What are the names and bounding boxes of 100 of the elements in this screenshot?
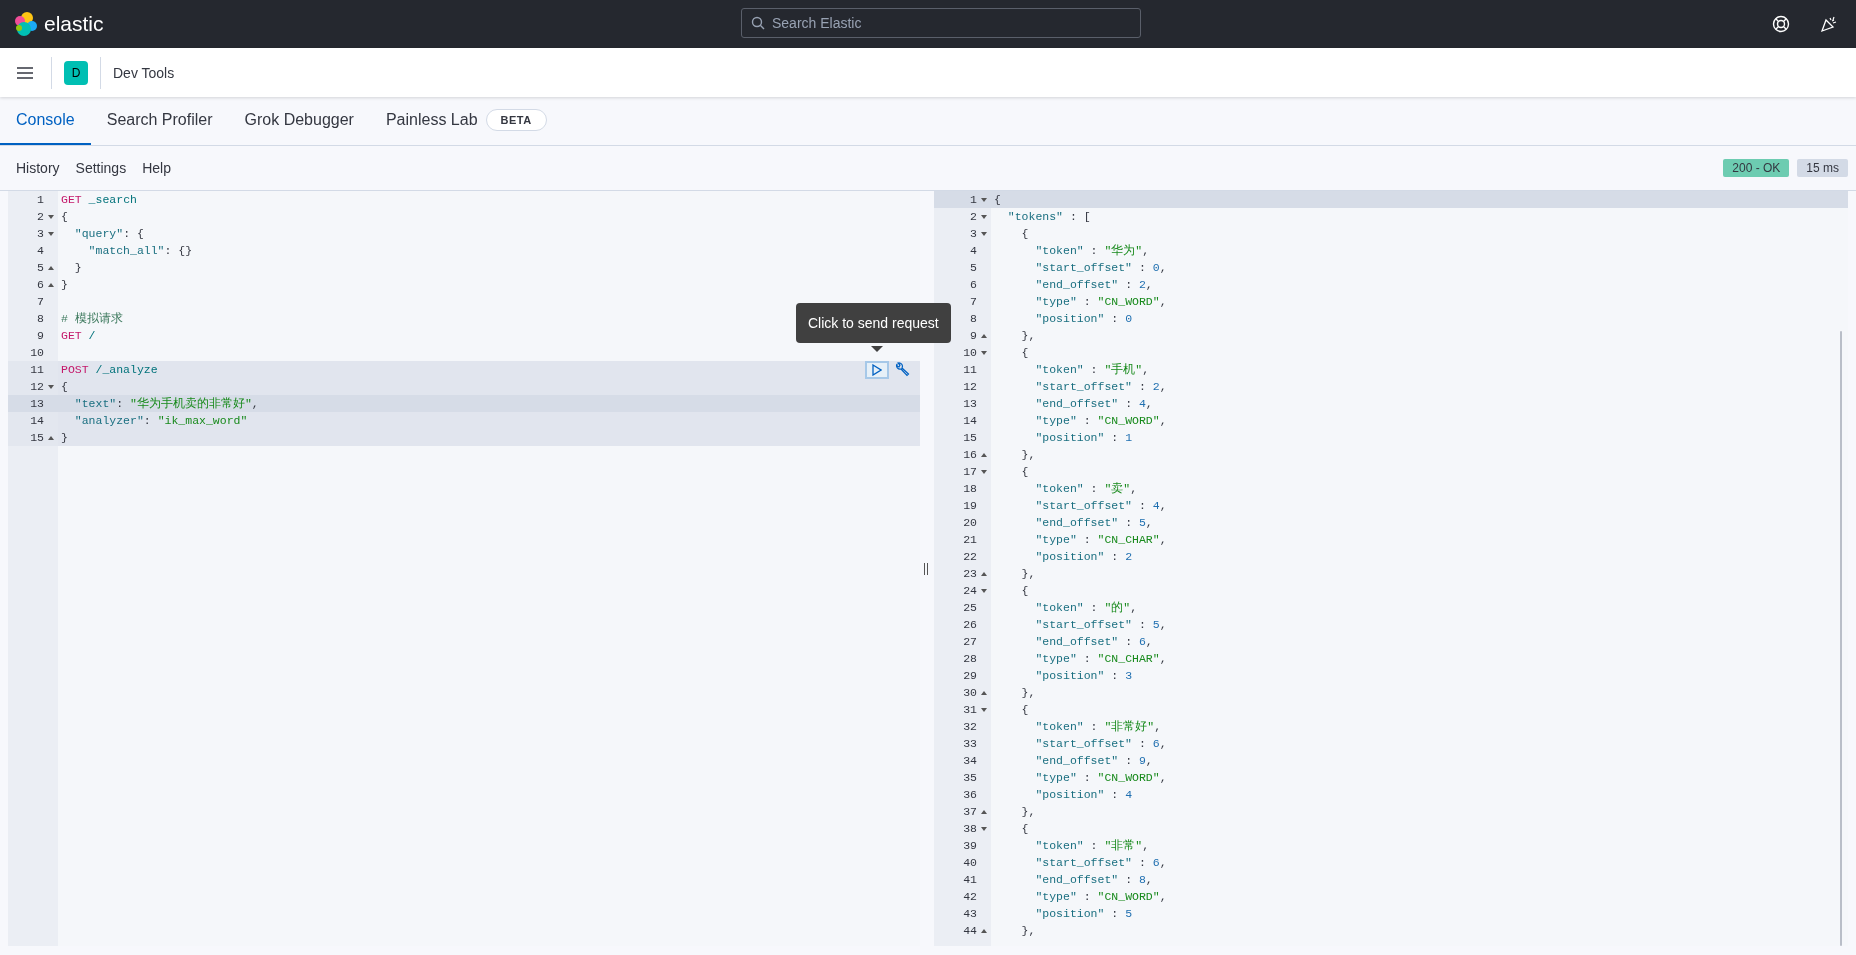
- code-line: },: [1020, 685, 1036, 701]
- tab[interactable]: Console: [0, 97, 91, 145]
- line-number: 12: [962, 380, 977, 393]
- line-number: 40: [962, 856, 977, 869]
- code-line: "position" : 2: [1034, 549, 1133, 565]
- line-number: 27: [962, 635, 977, 648]
- code-line: {: [1020, 226, 1029, 242]
- tab[interactable]: Search Profiler: [90, 97, 229, 145]
- line-number: 36: [962, 788, 977, 801]
- code-line: "start_offset" : 0,: [1034, 260, 1167, 276]
- line-number: 4: [36, 244, 44, 257]
- code-line: "query": {: [73, 226, 144, 242]
- line-number: 14: [29, 414, 44, 427]
- line-number: 28: [962, 652, 977, 665]
- code-line: "position" : 5: [1034, 906, 1133, 922]
- code-line: "token" : "华为",: [1034, 243, 1150, 259]
- code-line: "token" : "非常",: [1034, 838, 1150, 854]
- line-number: 37: [962, 805, 977, 818]
- line-number: 42: [962, 890, 977, 903]
- line-number: 31: [962, 703, 977, 716]
- line-number: 39: [962, 839, 977, 852]
- line-number: 3: [969, 227, 977, 240]
- code-line: "end_offset" : 4,: [1034, 396, 1153, 412]
- logo-icon[interactable]: [14, 11, 38, 37]
- line-number: 11: [29, 363, 44, 376]
- line-number: 32: [962, 720, 977, 733]
- status-badge: 200 - OK: [1723, 159, 1790, 177]
- line-number: 41: [962, 873, 977, 886]
- search-icon: [751, 16, 765, 30]
- scrollbar[interactable]: [1840, 331, 1842, 946]
- line-number: 11: [962, 363, 977, 376]
- line-number: 3: [36, 227, 44, 240]
- line-number: 12: [29, 380, 44, 393]
- line-number: 15: [962, 431, 977, 444]
- code-line: GET _search: [60, 192, 137, 208]
- line-number: 23: [962, 567, 977, 580]
- line-number: 4: [969, 244, 977, 257]
- code-line: "token" : "手机",: [1034, 362, 1150, 378]
- code-line: },: [1020, 328, 1036, 344]
- tab[interactable]: Grok Debugger: [228, 97, 370, 145]
- code-line: {: [1020, 821, 1029, 837]
- code-line: "type" : "CN_WORD",: [1034, 770, 1167, 786]
- toolbar-link[interactable]: Help: [142, 160, 171, 176]
- code-line: "token" : "卖",: [1034, 481, 1138, 497]
- code-line: "type" : "CN_WORD",: [1034, 889, 1167, 905]
- play-button[interactable]: [865, 361, 889, 379]
- code-line: "end_offset" : 6,: [1034, 634, 1153, 650]
- code-line: "tokens" : [: [1006, 209, 1091, 225]
- line-number: 9: [36, 329, 44, 342]
- code-line: {: [60, 209, 68, 225]
- line-number: 8: [36, 312, 44, 325]
- code-line: "token" : "非常好",: [1034, 719, 1162, 735]
- line-number: 38: [962, 822, 977, 835]
- code-line: }: [73, 260, 82, 276]
- code-line: # 模拟请求: [60, 311, 123, 327]
- search-field[interactable]: Search Elastic: [741, 8, 1141, 38]
- code-line: "token" : "的",: [1034, 600, 1138, 616]
- party-popper-icon[interactable]: [1820, 15, 1838, 33]
- line-number: 6: [36, 278, 44, 291]
- line-number: 44: [962, 924, 977, 937]
- line-number: 24: [962, 584, 977, 597]
- toolbar-link[interactable]: History: [16, 160, 60, 176]
- line-number: 5: [36, 261, 44, 274]
- code-line: "position" : 1: [1034, 430, 1133, 446]
- toolbar-link[interactable]: Settings: [75, 160, 127, 176]
- response-time-badge: 15 ms: [1797, 159, 1848, 177]
- code-line: {: [1020, 702, 1029, 718]
- line-number: 43: [962, 907, 977, 920]
- line-number: 21: [962, 533, 977, 546]
- line-number: 6: [969, 278, 977, 291]
- line-number: 15: [29, 431, 44, 444]
- code-line: "type" : "CN_CHAR",: [1034, 651, 1167, 667]
- line-number: 1: [36, 193, 44, 206]
- line-number: 33: [962, 737, 977, 750]
- code-line: "match_all": {}: [87, 243, 193, 259]
- code-line: "start_offset" : 5,: [1034, 617, 1167, 633]
- line-number: 30: [962, 686, 977, 699]
- code-line: "start_offset" : 4,: [1034, 498, 1167, 514]
- code-line: },: [1020, 566, 1036, 582]
- line-number: 29: [962, 669, 977, 682]
- menu-icon: [17, 66, 33, 79]
- line-number: 7: [36, 295, 44, 308]
- code-line: "end_offset" : 8,: [1034, 872, 1153, 888]
- beta-badge: BETA: [485, 109, 547, 131]
- code-line: "start_offset" : 6,: [1034, 736, 1167, 752]
- brand-name: elastic: [44, 12, 104, 36]
- line-number: 2: [969, 210, 977, 223]
- code-line: {: [1020, 464, 1029, 480]
- line-number: 25: [962, 601, 977, 614]
- wrench-icon[interactable]: [894, 362, 910, 378]
- help-icon[interactable]: [1772, 15, 1790, 33]
- code-line: "position" : 4: [1034, 787, 1133, 803]
- code-line: {: [1020, 345, 1029, 361]
- code-line: "end_offset" : 5,: [1034, 515, 1153, 531]
- space-avatar[interactable]: D: [64, 60, 88, 85]
- play-icon: [872, 364, 882, 376]
- line-number: 8: [969, 312, 977, 325]
- line-number: 2: [36, 210, 44, 223]
- code-line: "position" : 0: [1034, 311, 1133, 327]
- tab[interactable]: Painless Lab BETA: [369, 97, 563, 145]
